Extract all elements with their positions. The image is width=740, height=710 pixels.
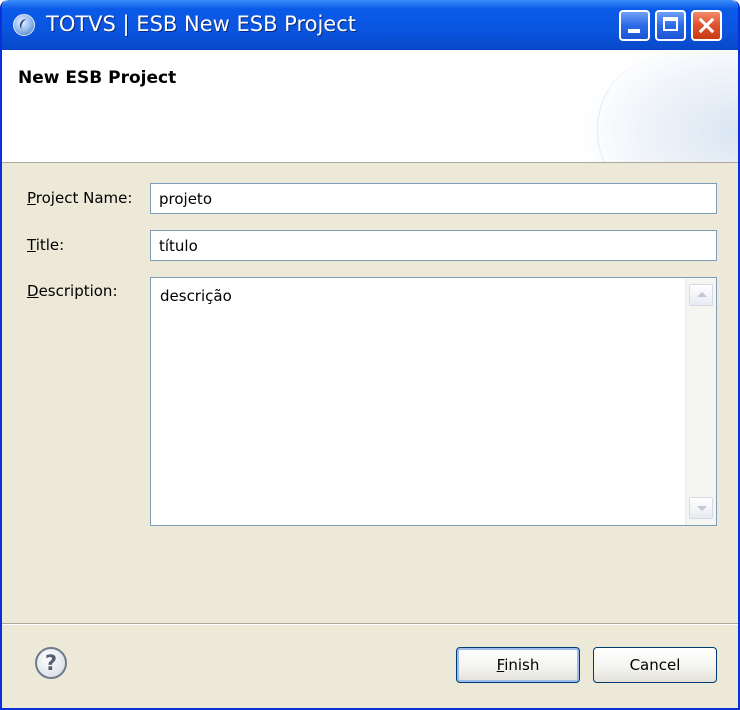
close-button[interactable] (691, 10, 722, 41)
title-input[interactable]: título (150, 230, 717, 261)
title-bar[interactable]: TOTVS | ESB New ESB Project (2, 0, 738, 50)
project-name-label-text: roject Name: (35, 189, 133, 207)
cancel-button[interactable]: Cancel (593, 647, 717, 683)
title-label: Title: (27, 236, 64, 254)
title-mnemonic: T (27, 236, 36, 254)
close-icon (693, 12, 720, 39)
maximize-icon (663, 17, 678, 31)
finish-button[interactable]: Finish (456, 647, 580, 683)
scroll-up-button[interactable] (689, 284, 713, 306)
project-name-value: projeto (159, 190, 212, 208)
scroll-down-arrow-icon (697, 506, 707, 511)
description-label-text: escription: (38, 282, 118, 300)
description-textarea[interactable]: descrição (150, 277, 717, 526)
description-value: descrição (160, 287, 232, 305)
minimize-icon (628, 29, 640, 33)
project-name-label: Project Name: (27, 189, 132, 207)
description-mnemonic: D (27, 282, 39, 300)
footer-separator (2, 623, 738, 625)
scroll-down-button[interactable] (689, 497, 713, 519)
finish-label-text: inish (504, 656, 540, 674)
eclipse-app-icon (13, 14, 35, 36)
dialog-window: TOTVS | ESB New ESB Project New ESB Proj… (0, 0, 740, 710)
help-icon[interactable]: ? (35, 647, 67, 679)
page-title: New ESB Project (18, 68, 177, 88)
title-value: título (159, 237, 198, 255)
wizard-banner: New ESB Project (2, 50, 738, 163)
window-title: TOTVS | ESB New ESB Project (46, 12, 356, 36)
maximize-button[interactable] (655, 10, 686, 41)
scroll-up-arrow-icon (697, 292, 707, 297)
project-name-mnemonic: P (27, 189, 36, 207)
minimize-button[interactable] (619, 10, 650, 41)
project-name-input[interactable]: projeto (150, 183, 717, 214)
title-label-text: itle: (35, 236, 65, 254)
description-scrollbar[interactable] (685, 278, 716, 525)
description-label: Description: (27, 282, 118, 300)
